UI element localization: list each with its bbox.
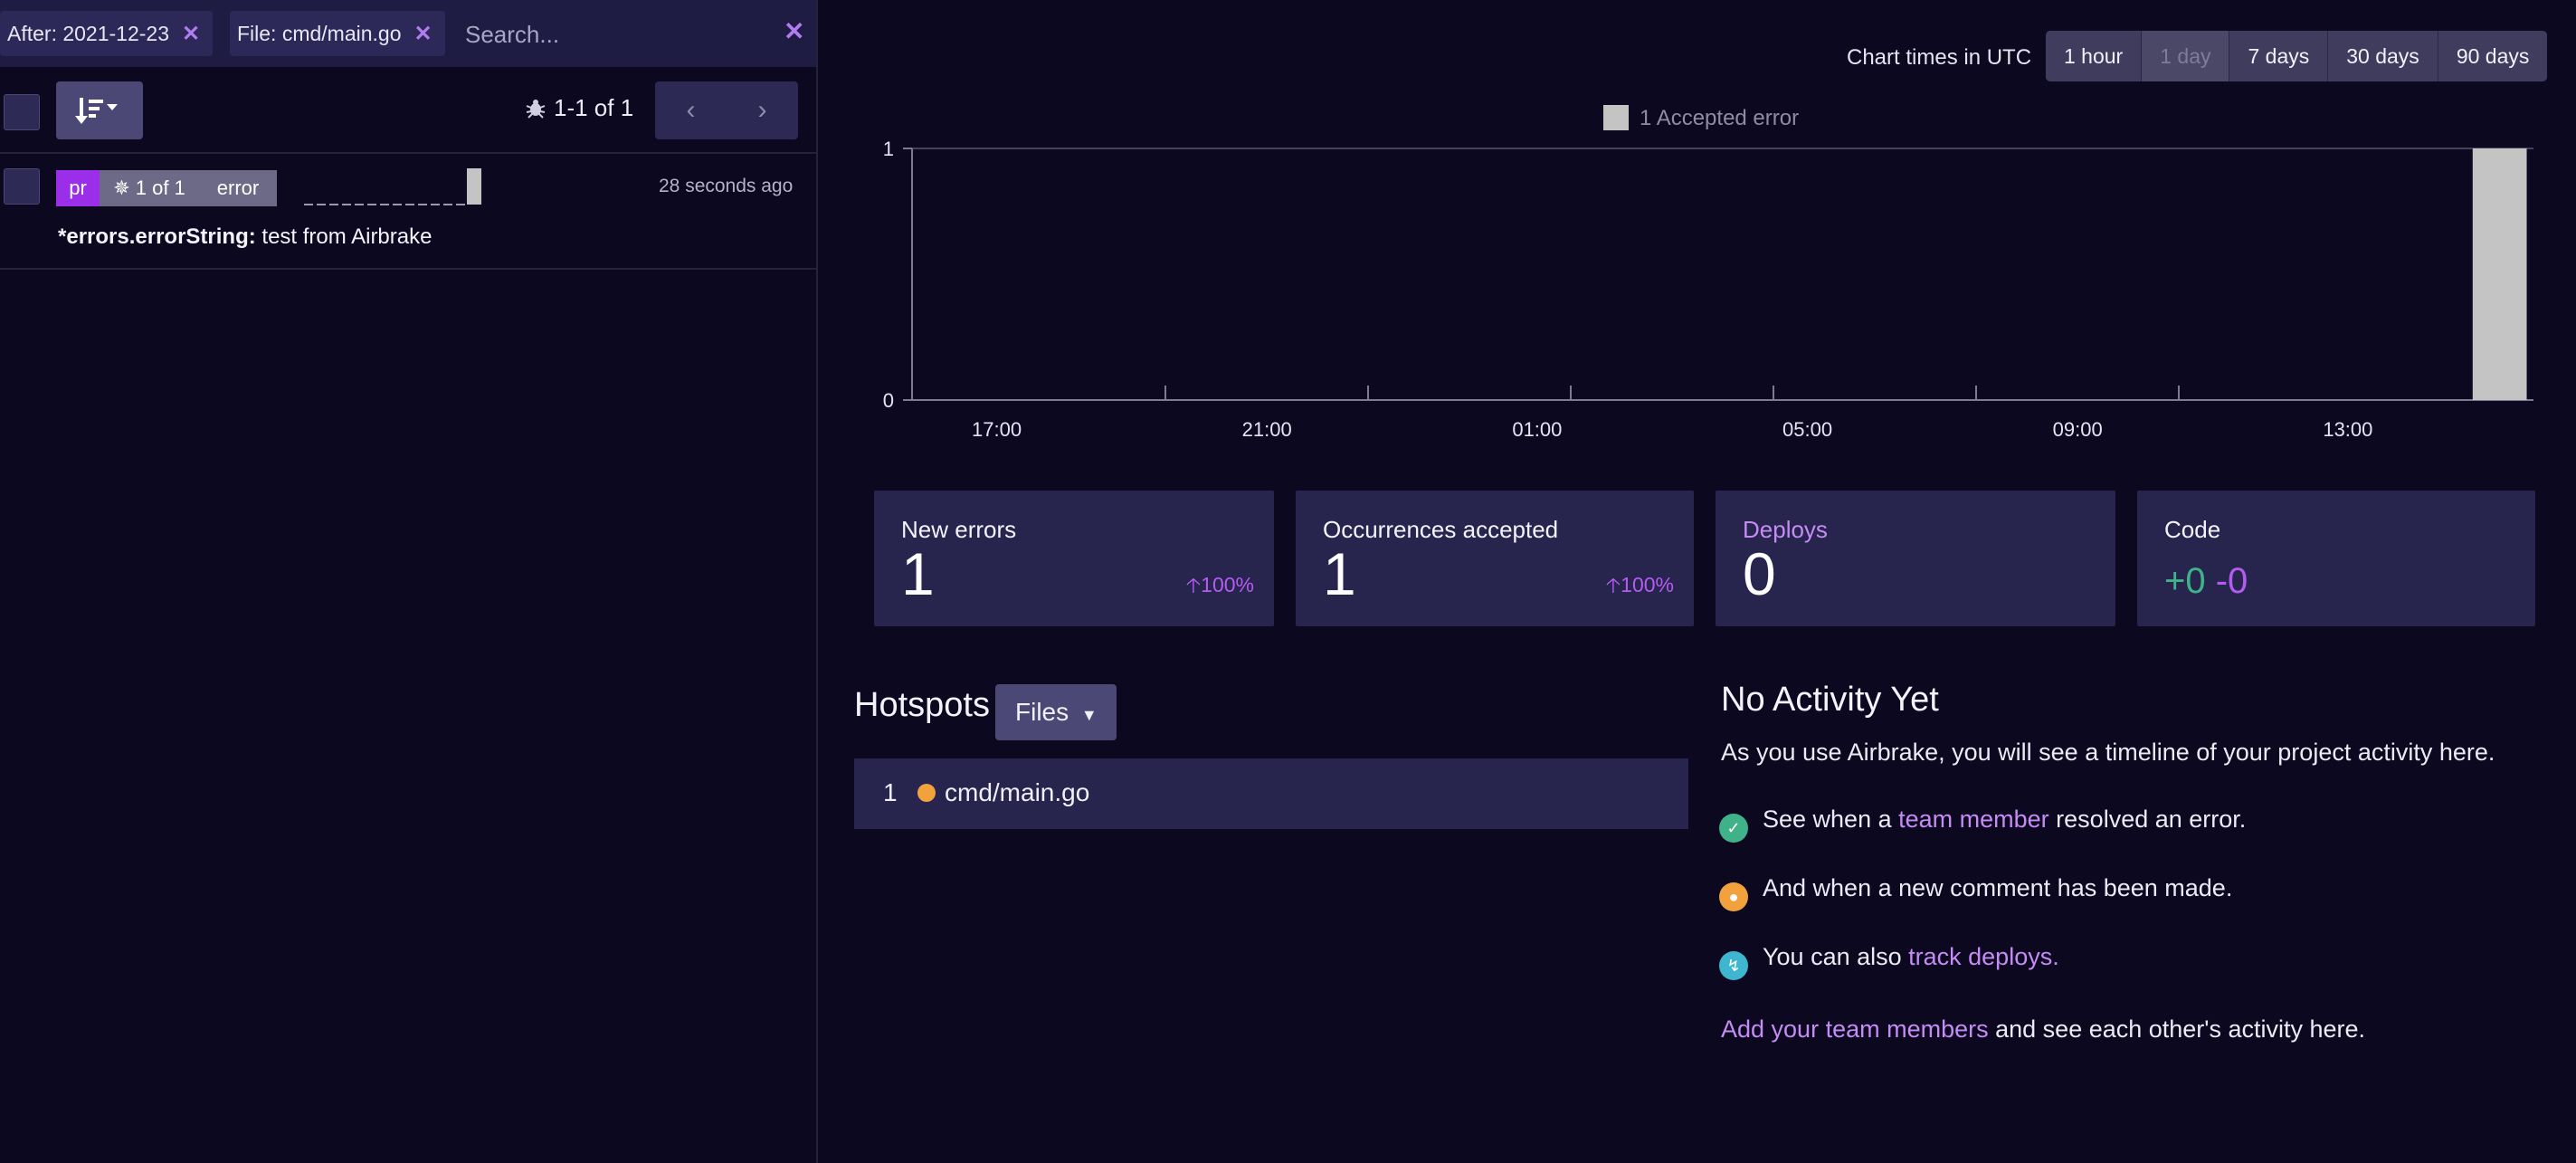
stat-change-value: 100% <box>1201 573 1254 596</box>
team-member-link[interactable]: team member <box>1898 806 2049 833</box>
activity-text: resolved an error. <box>2048 806 2247 833</box>
close-icon[interactable]: ✕ <box>414 22 433 46</box>
error-message: test from Airbrake <box>255 224 433 249</box>
stat-card-deploys[interactable]: Deploys 0 <box>1716 491 2115 626</box>
track-deploys-link[interactable]: track deploys. <box>1908 943 2059 970</box>
env-badge: pr <box>56 170 100 206</box>
occurrence-count: 1 of 1 <box>135 176 185 199</box>
activity-row-comment: ● And when a new comment has been made. <box>1719 874 2232 911</box>
chart-legend: 1 Accepted error <box>1603 105 1799 131</box>
activity-title: No Activity Yet <box>1721 681 1939 719</box>
stat-card-occurrences: Occurrences accepted 1 🡡100% <box>1296 491 1694 626</box>
chart-bar <box>2472 148 2527 400</box>
select-all-checkbox[interactable] <box>4 94 40 130</box>
stat-title: Code <box>2164 516 2221 543</box>
stat-value: 1 <box>901 540 935 607</box>
code-additions: +0 <box>2164 561 2206 601</box>
check-circle-icon: ✓ <box>1719 814 1748 843</box>
bug-icon <box>526 100 546 119</box>
occurrence-badge: ✵ 1 of 1 <box>100 170 199 206</box>
files-dropdown-label: Files <box>1015 698 1069 726</box>
chevron-right-icon[interactable]: › <box>727 81 798 139</box>
range-90-days[interactable]: 90 days <box>2438 31 2548 81</box>
arrow-up-icon: 🡡 <box>1185 573 1202 596</box>
hotspot-rank: 1 <box>883 778 898 806</box>
notice-timestamp: 28 seconds ago <box>659 176 794 196</box>
notice-checkbox[interactable] <box>4 168 40 205</box>
stat-change: 🡡100% <box>1186 570 1254 605</box>
caret-down-icon: ▼ <box>1080 706 1098 724</box>
hotspot-file: cmd/main.go <box>945 778 1090 806</box>
stat-title: Occurrences accepted <box>1323 516 1559 543</box>
legend-swatch <box>1603 105 1629 130</box>
range-30-days[interactable]: 30 days <box>2328 31 2438 81</box>
x-tick-label: 05:00 <box>1782 418 1832 441</box>
activity-row-deploy: ↯ You can also track deploys. <box>1719 943 2059 980</box>
hotspots-files-dropdown[interactable]: Files ▼ <box>995 684 1117 740</box>
close-icon[interactable]: ✕ <box>182 22 200 46</box>
comment-icon: ● <box>1719 882 1748 911</box>
divider <box>0 268 816 270</box>
error-type: *errors.errorString: <box>58 224 256 249</box>
add-team-members-link[interactable]: Add your team members <box>1721 1015 1989 1043</box>
stat-card-code: Code +0 -0 <box>2137 491 2535 626</box>
severity-badge: error <box>199 170 277 206</box>
x-tick-label: 17:00 <box>972 418 1022 441</box>
stat-card-new-errors: New errors 1 🡡100% <box>874 491 1274 626</box>
range-7-days[interactable]: 7 days <box>2229 31 2329 81</box>
errors-chart: 0 1 17:00 21:00 01:00 05:00 09:00 13:00 <box>883 138 2533 441</box>
y-tick-label: 1 <box>883 138 894 160</box>
y-tick-label: 0 <box>883 389 894 412</box>
hotspot-dot <box>917 784 936 802</box>
lightning-icon: ↯ <box>1719 951 1748 980</box>
filter-bar: After: 2021-12-23 ✕ File: cmd/main.go ✕ ✕ <box>0 0 816 67</box>
arrow-up-icon: 🡡 <box>1605 573 1621 596</box>
code-diff: +0 -0 <box>2164 561 2248 602</box>
activity-text: And when a new comment has been made. <box>1763 874 2233 901</box>
pagination-text: 1-1 of 1 <box>554 94 634 121</box>
activity-text: and see each other's activity here. <box>1988 1015 2366 1043</box>
stat-value: 1 <box>1323 540 1356 607</box>
stat-value: 0 <box>1743 540 1776 607</box>
x-tick-label: 01:00 <box>1512 418 1562 441</box>
hotspots-title: Hotspots <box>854 686 990 724</box>
filter-chip-date[interactable]: After: 2021-12-23 ✕ <box>0 11 214 56</box>
search-input[interactable] <box>463 14 775 54</box>
stat-change-value: 100% <box>1621 573 1674 596</box>
filter-chip-file[interactable]: File: cmd/main.go ✕ <box>230 11 445 56</box>
pager: ‹ › <box>655 81 798 139</box>
activity-text: You can also <box>1763 943 1909 970</box>
x-tick-label: 21:00 <box>1242 418 1292 441</box>
timezone-label: Chart times in UTC <box>1847 45 2032 70</box>
activity-text: See when a <box>1763 806 1899 833</box>
activity-row-resolved: ✓ See when a team member resolved an erro… <box>1719 806 2246 843</box>
filter-chip-file-label: File: cmd/main.go <box>237 22 402 45</box>
hotspot-row[interactable]: 1 cmd/main.go <box>854 758 1688 829</box>
stat-change: 🡡100% <box>1606 570 1674 605</box>
sort-button[interactable] <box>56 81 143 139</box>
notice-sparkline <box>304 168 481 205</box>
notice-message[interactable]: *errors.errorString: test from Airbrake <box>58 224 432 250</box>
chevron-left-icon[interactable]: ‹ <box>655 81 727 139</box>
x-tick-label: 13:00 <box>2323 418 2372 441</box>
range-1-day[interactable]: 1 day <box>2142 31 2230 81</box>
time-range-selector: 1 hour 1 day 7 days 30 days 90 days <box>2046 31 2548 81</box>
divider <box>0 152 816 154</box>
bug-icon: ✵ <box>113 176 130 199</box>
pagination-summary: 1-1 of 1 <box>525 94 633 122</box>
filter-chip-date-label: After: 2021-12-23 <box>7 22 170 45</box>
code-deletions: -0 <box>2215 561 2248 601</box>
activity-footer: Add your team members and see each other… <box>1721 1015 2365 1044</box>
sort-descending-icon <box>75 98 118 124</box>
sparkline-bar <box>467 168 481 205</box>
x-tick-label: 09:00 <box>2053 418 2103 441</box>
activity-subtitle: As you use Airbrake, you will see a time… <box>1721 739 2495 766</box>
legend-label: 1 Accepted error <box>1640 106 1800 130</box>
clear-filters-icon[interactable]: ✕ <box>784 16 804 46</box>
range-1-hour[interactable]: 1 hour <box>2046 31 2143 81</box>
